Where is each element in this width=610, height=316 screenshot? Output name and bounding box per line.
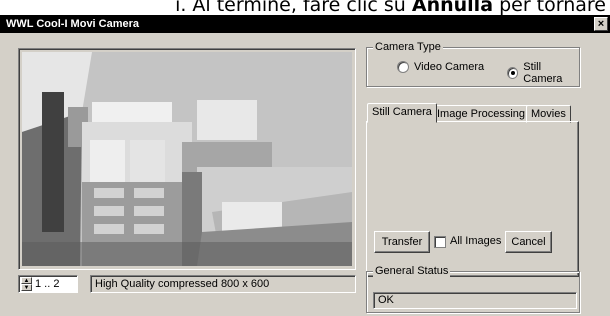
camera-type-group: Camera Type Video Camera Still Camera: [366, 40, 580, 87]
video-camera-radio[interactable]: Video Camera: [397, 61, 484, 73]
still-camera-radio[interactable]: Still Camera: [507, 61, 579, 85]
quality-text: High Quality compressed 800 x 600: [95, 278, 270, 290]
caption-text-after: per tornare: [493, 0, 606, 16]
video-camera-label: Video Camera: [414, 61, 485, 73]
general-status-field: OK: [373, 292, 577, 309]
transfer-label: Transfer: [381, 236, 423, 248]
still-camera-radio-icon[interactable]: [507, 67, 519, 79]
general-status-label: General Status: [373, 264, 451, 278]
tab-movies-label: Movies: [531, 108, 566, 120]
all-images-checkbox[interactable]: [434, 236, 446, 248]
cancel-button[interactable]: Cancel: [505, 231, 552, 253]
camera-window: WWL Cool-I Movi Camera × ▲ ▼ 1 .. 2 High…: [0, 15, 610, 316]
close-icon: ×: [597, 18, 605, 30]
tab-image-processing-label: Image Processing: [437, 108, 526, 120]
spinner-down-icon[interactable]: ▼: [21, 284, 32, 291]
frame-spinner[interactable]: ▲ ▼ 1 .. 2: [18, 275, 78, 293]
camera-preview-frame: [18, 48, 356, 270]
still-camera-panel: [366, 121, 579, 277]
frame-counter: 1 .. 2: [35, 278, 60, 290]
tab-still-camera[interactable]: Still Camera: [367, 103, 437, 123]
caption-bold-word: Annulla: [411, 0, 494, 16]
close-button[interactable]: ×: [594, 17, 608, 31]
cancel-label: Cancel: [511, 236, 546, 248]
general-status-value: OK: [378, 294, 394, 306]
tab-still-camera-label: Still Camera: [372, 106, 432, 118]
window-title: WWL Cool-I Movi Camera: [6, 18, 140, 30]
all-images-label: All Images: [450, 235, 502, 247]
camera-preview-image: [22, 52, 352, 266]
document-caption: i. Al termine, fare clic su Annulla per …: [0, 0, 610, 16]
transfer-button[interactable]: Transfer: [374, 231, 430, 253]
caption-text-before: i. Al termine, fare clic su: [175, 0, 412, 16]
quality-field: High Quality compressed 800 x 600: [90, 275, 356, 293]
video-camera-radio-icon[interactable]: [397, 61, 409, 73]
camera-type-label: Camera Type: [373, 40, 443, 54]
title-bar: WWL Cool-I Movi Camera ×: [0, 15, 610, 33]
spinner-arrows[interactable]: ▲ ▼: [21, 277, 32, 291]
still-camera-label: Still Camera: [523, 61, 563, 85]
office-scene-image: [22, 52, 352, 266]
spinner-up-icon[interactable]: ▲: [21, 277, 32, 284]
